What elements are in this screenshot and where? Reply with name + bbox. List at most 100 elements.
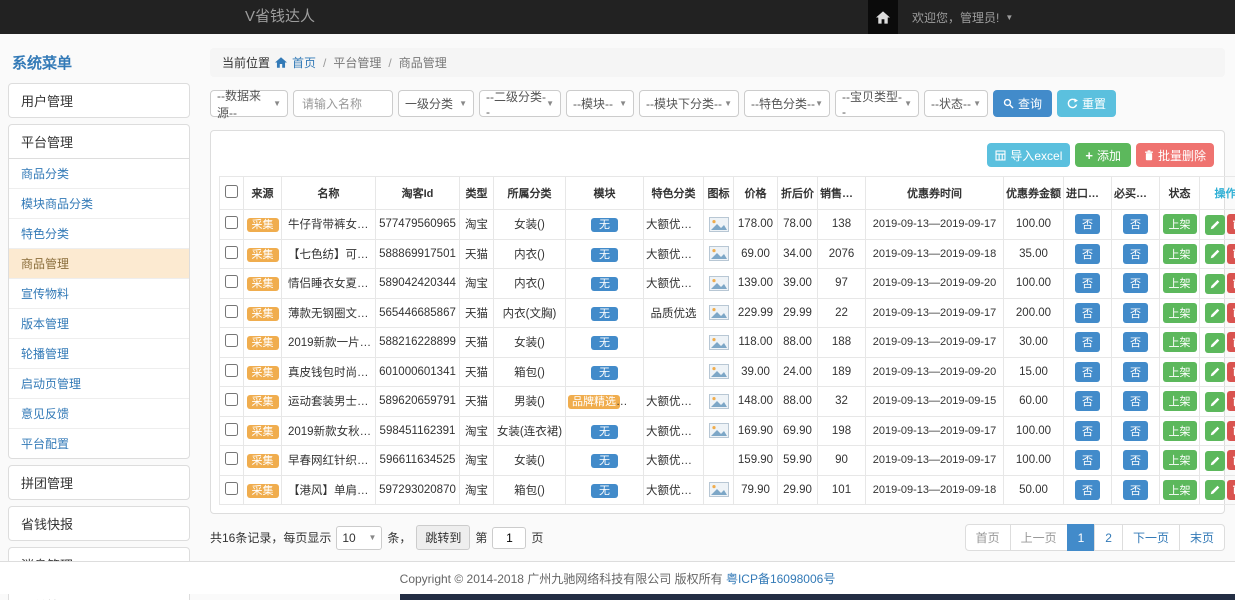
delete-button[interactable] bbox=[1227, 244, 1235, 264]
mustbuy-toggle-button[interactable]: 否 bbox=[1123, 214, 1148, 234]
delete-button[interactable] bbox=[1227, 273, 1235, 293]
status-button[interactable]: 上架 bbox=[1163, 244, 1197, 264]
mustbuy-toggle-button[interactable]: 否 bbox=[1123, 362, 1148, 382]
delete-button[interactable] bbox=[1227, 480, 1235, 500]
data-source-select[interactable]: --数据来源--▼ bbox=[210, 90, 288, 117]
feature-category-select[interactable]: --特色分类--▼ bbox=[744, 90, 830, 117]
import-excel-button[interactable]: 导入excel bbox=[987, 143, 1070, 167]
row-checkbox[interactable] bbox=[225, 334, 238, 347]
mustbuy-toggle-button[interactable]: 否 bbox=[1123, 244, 1148, 264]
level1-category-select[interactable]: 一级分类▼ bbox=[398, 90, 474, 117]
delete-button[interactable] bbox=[1227, 421, 1235, 441]
edit-button[interactable] bbox=[1205, 421, 1225, 441]
mustbuy-toggle-button[interactable]: 否 bbox=[1123, 480, 1148, 500]
row-checkbox[interactable] bbox=[225, 275, 238, 288]
edit-button[interactable] bbox=[1205, 480, 1225, 500]
page-number-input[interactable] bbox=[492, 527, 526, 549]
mustbuy-toggle-button[interactable]: 否 bbox=[1123, 303, 1148, 323]
edit-button[interactable] bbox=[1205, 362, 1225, 382]
sidebar-item-child[interactable]: 版本管理 bbox=[9, 309, 189, 339]
row-checkbox[interactable] bbox=[225, 452, 238, 465]
sidebar-item-child[interactable]: 宣传物料 bbox=[9, 279, 189, 309]
per-page-select[interactable]: 10 ▼ bbox=[336, 526, 382, 550]
page-button[interactable]: 2 bbox=[1094, 524, 1123, 551]
add-button[interactable]: + 添加 bbox=[1075, 143, 1131, 167]
status-button[interactable]: 上架 bbox=[1163, 421, 1197, 441]
row-checkbox[interactable] bbox=[225, 423, 238, 436]
import-toggle-button[interactable]: 否 bbox=[1075, 244, 1100, 264]
edit-button[interactable] bbox=[1205, 303, 1225, 323]
import-toggle-button[interactable]: 否 bbox=[1075, 332, 1100, 352]
batch-delete-button[interactable]: 批量删除 bbox=[1136, 143, 1214, 167]
status-button[interactable]: 上架 bbox=[1163, 214, 1197, 234]
status-button[interactable]: 上架 bbox=[1163, 391, 1197, 411]
page-button[interactable]: 首页 bbox=[965, 524, 1011, 551]
mustbuy-toggle-button[interactable]: 否 bbox=[1123, 391, 1148, 411]
user-menu[interactable]: 欢迎您，管理员! ▼ bbox=[898, 0, 1027, 34]
status-button[interactable]: 上架 bbox=[1163, 450, 1197, 470]
edit-button[interactable] bbox=[1205, 451, 1225, 471]
delete-button[interactable] bbox=[1227, 332, 1235, 352]
import-toggle-button[interactable]: 否 bbox=[1075, 214, 1100, 234]
sidebar-item-child[interactable]: 启动页管理 bbox=[9, 369, 189, 399]
sidebar-item-child[interactable]: 商品管理 bbox=[9, 249, 189, 279]
sidebar-item-child[interactable]: 平台配置 bbox=[9, 429, 189, 458]
status-button[interactable]: 上架 bbox=[1163, 273, 1197, 293]
import-toggle-button[interactable]: 否 bbox=[1075, 273, 1100, 293]
import-toggle-button[interactable]: 否 bbox=[1075, 362, 1100, 382]
sidebar-item-child[interactable]: 轮播管理 bbox=[9, 339, 189, 369]
sidebar-item-parent[interactable]: 省钱快报 bbox=[9, 507, 189, 540]
status-button[interactable]: 上架 bbox=[1163, 480, 1197, 500]
page-button[interactable]: 下一页 bbox=[1122, 524, 1180, 551]
mustbuy-toggle-button[interactable]: 否 bbox=[1123, 332, 1148, 352]
sidebar-item-child[interactable]: 特色分类 bbox=[9, 219, 189, 249]
sidebar-item-parent[interactable]: 平台管理 bbox=[9, 125, 189, 158]
jump-button[interactable]: 跳转到 bbox=[416, 525, 470, 550]
import-toggle-button[interactable]: 否 bbox=[1075, 303, 1100, 323]
name-search-input[interactable] bbox=[293, 90, 393, 117]
edit-button[interactable] bbox=[1205, 244, 1225, 264]
edit-button[interactable] bbox=[1205, 274, 1225, 294]
row-checkbox[interactable] bbox=[225, 305, 238, 318]
import-toggle-button[interactable]: 否 bbox=[1075, 480, 1100, 500]
level2-category-select[interactable]: --二级分类--▼ bbox=[479, 90, 561, 117]
status-select[interactable]: --状态--▼ bbox=[924, 90, 988, 117]
search-button[interactable]: 查询 bbox=[993, 90, 1052, 117]
page-button[interactable]: 上一页 bbox=[1010, 524, 1068, 551]
mustbuy-toggle-button[interactable]: 否 bbox=[1123, 450, 1148, 470]
import-toggle-button[interactable]: 否 bbox=[1075, 450, 1100, 470]
edit-button[interactable] bbox=[1205, 392, 1225, 412]
mustbuy-toggle-button[interactable]: 否 bbox=[1123, 421, 1148, 441]
select-all-checkbox[interactable] bbox=[225, 185, 238, 198]
sidebar-item-parent[interactable]: 用户管理 bbox=[9, 84, 189, 117]
sidebar-item-child[interactable]: 模块商品分类 bbox=[9, 189, 189, 219]
import-toggle-button[interactable]: 否 bbox=[1075, 391, 1100, 411]
delete-button[interactable] bbox=[1227, 450, 1235, 470]
breadcrumb-home-link[interactable]: 首页 bbox=[292, 54, 316, 71]
delete-button[interactable] bbox=[1227, 214, 1235, 234]
sidebar-item-parent[interactable]: 拼团管理 bbox=[9, 466, 189, 499]
edit-button[interactable] bbox=[1205, 333, 1225, 353]
page-button[interactable]: 末页 bbox=[1179, 524, 1225, 551]
row-checkbox[interactable] bbox=[225, 364, 238, 377]
reset-button[interactable]: 重置 bbox=[1057, 90, 1116, 117]
row-checkbox[interactable] bbox=[225, 482, 238, 495]
edit-button[interactable] bbox=[1205, 215, 1225, 235]
status-button[interactable]: 上架 bbox=[1163, 332, 1197, 352]
row-checkbox[interactable] bbox=[225, 246, 238, 259]
sidebar-item-child[interactable]: 意见反馈 bbox=[9, 399, 189, 429]
icp-link[interactable]: 粤ICP备16098006号 bbox=[726, 572, 835, 586]
status-button[interactable]: 上架 bbox=[1163, 303, 1197, 323]
delete-button[interactable] bbox=[1227, 362, 1235, 382]
row-checkbox[interactable] bbox=[225, 216, 238, 229]
page-button[interactable]: 1 bbox=[1067, 524, 1096, 551]
row-checkbox[interactable] bbox=[225, 393, 238, 406]
module-subcategory-select[interactable]: --模块下分类--▼ bbox=[639, 90, 739, 117]
sidebar-item-child[interactable]: 商品分类 bbox=[9, 159, 189, 189]
item-type-select[interactable]: --宝贝类型--▼ bbox=[835, 90, 919, 117]
delete-button[interactable] bbox=[1227, 303, 1235, 323]
status-button[interactable]: 上架 bbox=[1163, 362, 1197, 382]
delete-button[interactable] bbox=[1227, 391, 1235, 411]
module-select[interactable]: --模块--▼ bbox=[566, 90, 634, 117]
home-button[interactable] bbox=[868, 0, 898, 34]
